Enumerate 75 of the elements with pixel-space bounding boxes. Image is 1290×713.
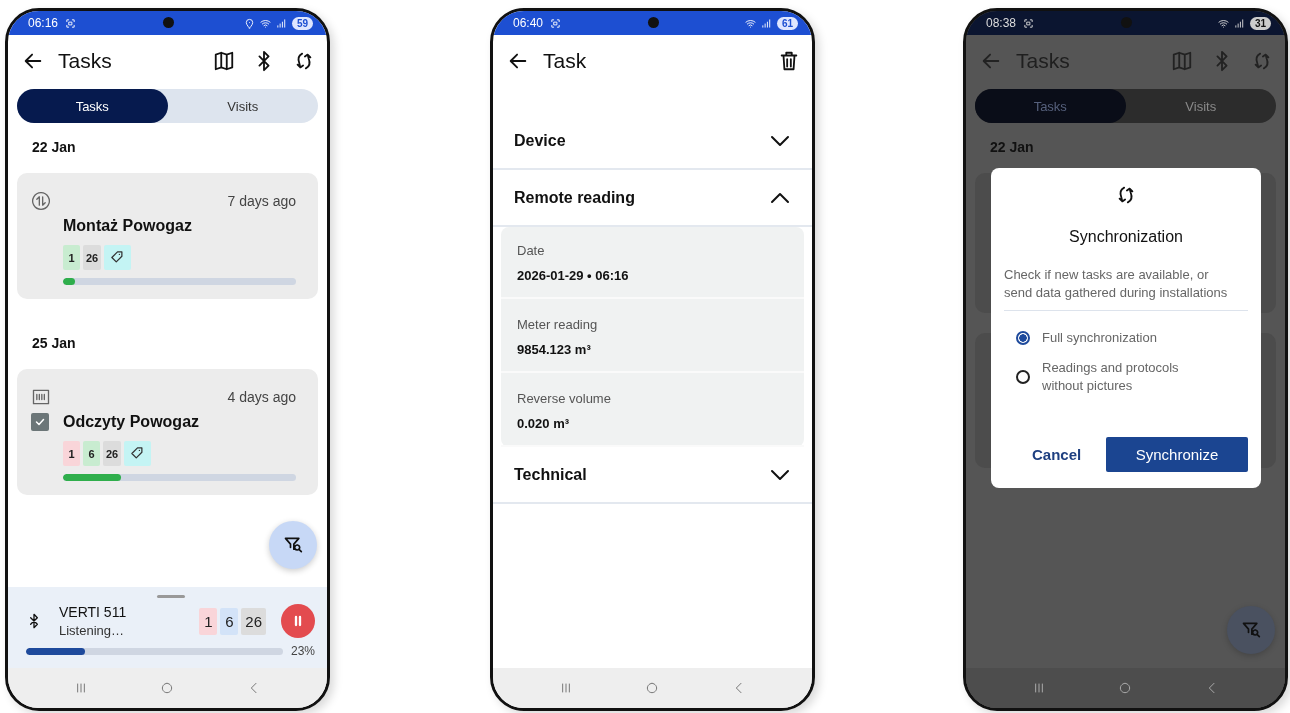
pause-button[interactable] (281, 604, 315, 638)
count-badge: 1 (199, 607, 218, 635)
count-badge: 6 (83, 441, 100, 466)
signal-icon (760, 17, 772, 29)
section-title: Technical (514, 465, 587, 484)
field-label: Date (517, 243, 546, 258)
meter-icon (31, 387, 51, 407)
battery-level: 59 (291, 16, 313, 30)
option-label[interactable]: Full synchronization (1042, 329, 1157, 347)
dialog-description: Check if new tasks are available, or send data gathered during installations (1004, 266, 1229, 302)
camera-hole (647, 17, 659, 28)
field-label: Meter reading (517, 317, 599, 332)
tab[interactable]: Visits (167, 89, 318, 123)
count-badge: 1 (63, 441, 80, 466)
task-age: 4 days ago (227, 389, 296, 405)
screen-title: Tasks (58, 49, 112, 73)
screenshot-icon (65, 17, 77, 29)
device-name: VERTI 511 (59, 604, 127, 620)
field-value: 2026-01-29 • 06:16 (517, 268, 630, 283)
drag-handle[interactable] (156, 595, 185, 598)
count-badge: 1 (63, 245, 80, 270)
synchronize-button[interactable]: Synchronize (1106, 437, 1248, 472)
wifi-icon (1217, 17, 1229, 29)
camera-hole (162, 17, 174, 28)
screen-title: Task (543, 49, 587, 73)
map-icon (1171, 50, 1193, 72)
task-name: Odczyty Powogaz (63, 413, 200, 431)
swap-arrows-icon (31, 191, 51, 211)
date-heading: 25 Jan (31, 334, 77, 353)
task-card[interactable]: 7 days ago Montaż Powogaz 1 26 (17, 173, 318, 299)
status-time: 06:40 (513, 16, 544, 30)
status-time: 06:16 (28, 16, 59, 30)
option-label[interactable]: Readings and protocols without pictures (1042, 359, 1212, 395)
task-age: 7 days ago (227, 193, 296, 209)
battery-level: 61 (776, 16, 798, 30)
filter-search-button[interactable] (269, 521, 317, 569)
signal-icon (275, 17, 287, 29)
tab[interactable]: Visits (1125, 89, 1276, 123)
screenshot-icon (550, 17, 562, 29)
filter-search-icon (283, 535, 303, 555)
section-title: Remote reading (514, 188, 635, 207)
progress-percent: 23% (290, 644, 315, 658)
date-heading: 22 Jan (31, 138, 77, 157)
filter-search-icon (1241, 620, 1261, 640)
radio-button[interactable] (1016, 331, 1030, 345)
section-title: Device (514, 131, 566, 150)
battery-level: 31 (1249, 16, 1271, 30)
signal-icon (1233, 17, 1245, 29)
count-badge: 26 (241, 607, 266, 635)
count-badge: 26 (103, 441, 122, 466)
camera-hole (1120, 17, 1132, 28)
device-status: Listening… (59, 623, 126, 638)
status-time: 08:38 (986, 16, 1017, 30)
radio-button[interactable] (1016, 370, 1030, 384)
wifi-icon (744, 17, 756, 29)
checkmark-icon (34, 416, 46, 428)
date-heading: 22 Jan (989, 138, 1035, 157)
count-badge: 26 (83, 245, 102, 270)
count-badge: 6 (220, 607, 239, 635)
trash-icon[interactable] (778, 50, 800, 72)
field-value: 0.020 m³ (517, 416, 571, 431)
location-icon (243, 17, 255, 29)
checkbox[interactable] (31, 413, 49, 431)
screenshot-icon (1023, 17, 1035, 29)
section-header[interactable]: Device (493, 113, 812, 170)
cancel-button[interactable]: Cancel (1024, 440, 1090, 469)
task-card[interactable]: 4 days ago Odczyty Powogaz 1 6 26 (17, 369, 318, 495)
tab[interactable]: Tasks (17, 89, 168, 123)
map-icon[interactable] (213, 50, 235, 72)
task-name: Montaż Powogaz (63, 217, 192, 235)
section-header[interactable]: Technical (493, 447, 812, 504)
field-value: 9854.123 m³ (517, 342, 592, 357)
field-label: Reverse volume (517, 391, 612, 406)
dialog-title: Synchronization (1069, 228, 1183, 246)
wifi-icon (259, 17, 271, 29)
